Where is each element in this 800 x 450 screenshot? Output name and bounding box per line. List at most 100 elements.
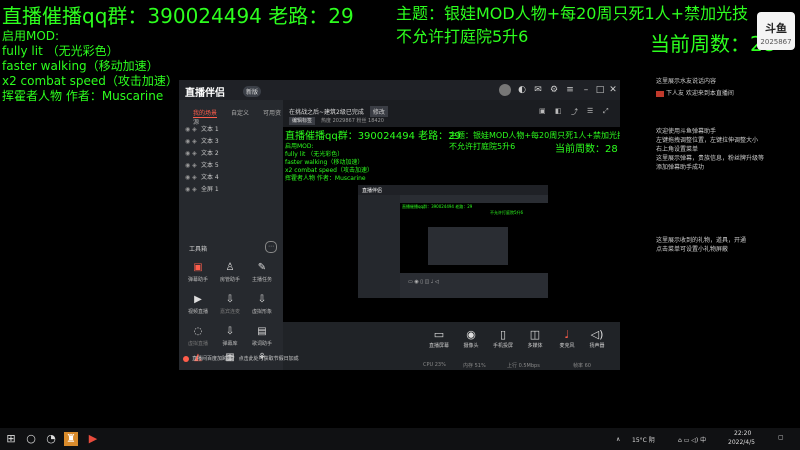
phone-cast-button[interactable]: ▯ 手机投屏 <box>487 328 519 349</box>
screen-capture-button[interactable]: ▭ 直播屏幕 <box>423 328 455 349</box>
game-app-icon[interactable]: ♜ <box>64 432 78 446</box>
status-upload: 上行 0.5Mbps <box>507 363 540 369</box>
tab-custom[interactable]: 自定义 <box>231 110 249 117</box>
tool-avatar[interactable]: ⇩ 虚拟形象 <box>247 294 277 315</box>
gear-icon[interactable]: ⚙ <box>549 85 559 95</box>
douyu-logo: 斗鱼 2025867 <box>757 12 795 50</box>
media-button[interactable]: ◫ 多媒体 <box>519 328 551 349</box>
mic-icon: ♩ <box>564 328 570 341</box>
eye-icon[interactable]: ◉ ◈ <box>185 174 201 181</box>
nested-window-3 <box>428 227 508 265</box>
tool-task[interactable]: ✎ 主播任务 <box>247 262 277 283</box>
fan-badge-icon <box>656 90 664 97</box>
clock-date[interactable]: 2022/4/5 <box>728 439 755 446</box>
edit-title-button[interactable]: 修改 <box>369 106 388 117</box>
notification-icon[interactable]: ▢ <box>778 434 784 441</box>
app-titlebar: 直播伴侣 新版 ◐ ✉ ⚙ ≡ – □ ✕ <box>179 80 620 100</box>
manager-icon: ♙ <box>225 262 235 273</box>
media-icon: ◫ <box>529 328 541 341</box>
eye-icon[interactable]: ◉ ◈ <box>185 150 201 157</box>
maximize-icon[interactable]: □ <box>595 85 605 95</box>
nested-title: 直播催播qq群：390024494 老路：29 <box>402 204 473 209</box>
source-toolbar: ▭ 直播屏幕 ◉ 摄像头 ▯ 手机投屏 ◫ 多媒体 ♩ 麦克风 ◁) 扬声器 CPU 23%… <box>283 322 620 370</box>
status-cpu: CPU 23% <box>423 362 446 368</box>
camera-button[interactable]: ◉ 摄像头 <box>455 328 487 349</box>
list-icon[interactable]: ☰ <box>587 107 593 115</box>
preview-mod-item: 挥霍者人物 作者：Muscarine <box>285 175 366 182</box>
avatar[interactable] <box>499 84 511 96</box>
eye-icon[interactable]: ◉ ◈ <box>185 162 201 169</box>
version-badge[interactable]: 新版 <box>243 86 262 97</box>
douyu-logo-text: 斗鱼 <box>765 22 787 35</box>
chat-line: 添加弹幕助手成功 <box>656 164 705 171</box>
scene-panel: 我的场景 自定义 可用资源 ◉ ◈ 文本 1 ◉ ◈ 文本 3 ◉ ◈ 文本 2 ◉ ◈ 文… <box>179 100 283 370</box>
toolbox-heading: 工具箱 <box>189 246 208 253</box>
preview-mod-item: faster walking（移动加速） <box>285 159 364 166</box>
tool-vr[interactable]: ◌ 虚拟直播 <box>183 326 213 347</box>
tool-manager[interactable]: ♙ 房管助手 <box>215 262 245 283</box>
stream-preview[interactable]: 直播催播qq群：390024494 老路：29 启用MOD: fully lit… <box>283 127 620 322</box>
chat-line: 这里展示水友说话内容 <box>656 78 717 85</box>
chat-line: 这里展示收到的礼物，道具，开通 <box>656 237 747 244</box>
weather[interactable]: 15°C 阴 <box>632 435 655 444</box>
eye-icon[interactable]: ◉ ◈ <box>185 186 201 193</box>
skin-icon[interactable]: ◐ <box>517 85 527 95</box>
nested-toolbar: ▭ ◉ ▯ ◫ ♩ ◁ <box>408 279 439 285</box>
edit-tag-button[interactable]: 编辑标签 <box>289 117 316 125</box>
room-stats: 热度 2029867 粉丝 18420 <box>321 118 384 124</box>
nested-titlebar: 直播伴侣 <box>358 185 548 195</box>
search-icon[interactable]: ○ <box>24 432 38 446</box>
overlay-mod-item: 挥霍者人物 作者：Muscarine <box>2 89 164 103</box>
eye-icon[interactable]: ◉ ◈ <box>185 126 201 133</box>
tray-arrow-icon[interactable]: ∧ <box>616 436 620 443</box>
phone-icon: ▯ <box>499 328 507 341</box>
tool-danmaku[interactable]: ▣ 弹幕助手 <box>183 262 213 283</box>
gift-icon[interactable]: ▣ <box>539 107 546 115</box>
scene-item[interactable]: ◉ ◈ 文本 5 <box>185 160 219 169</box>
status-fps: 帧率 60 <box>573 363 591 369</box>
warning-icon <box>183 355 189 362</box>
toolbox-more-icon[interactable]: ⋯ <box>265 241 277 253</box>
room-number: 2025867 <box>760 38 792 46</box>
clock-time[interactable]: 22:20 <box>734 430 751 437</box>
tool-mic[interactable]: ⇩ 嘉宾连麦 <box>215 294 245 315</box>
scene-item[interactable]: ◉ ◈ 文本 1 <box>185 124 219 133</box>
scene-item[interactable]: ◉ ◈ 全屏 1 <box>185 184 219 193</box>
mic-button[interactable]: ♩ 麦克风 <box>551 328 583 349</box>
preview-mod-item: fully lit （无光彩色） <box>285 151 344 158</box>
windows-start-icon[interactable]: ⊞ <box>4 432 18 446</box>
camera-icon: ◉ <box>466 328 476 341</box>
menu-icon[interactable]: ≡ <box>565 85 575 95</box>
share-icon[interactable]: ⤴ <box>571 107 578 117</box>
scene-item[interactable]: ◉ ◈ 文本 2 <box>185 148 219 157</box>
chat-line: 下人友 欢迎来到本直播间 <box>656 88 734 97</box>
douyu-app-icon[interactable]: ▶ <box>86 432 100 446</box>
bag-icon[interactable]: ◧ <box>555 107 562 115</box>
vr-icon: ◌ <box>193 326 203 337</box>
chat-line: 这里展示弹幕，贵族信息，粉丝牌升级等 <box>656 155 765 162</box>
preview-title: 直播催播qq群：390024494 老路：29 <box>285 131 461 142</box>
message-icon[interactable]: ✉ <box>533 85 543 95</box>
scene-item[interactable]: ◉ ◈ 文本 4 <box>185 172 219 181</box>
task-icon: ✎ <box>257 262 267 273</box>
nested-preview-inner: 直播催播qq群：390024494 老路：29 不允许打庭院5升6 <box>400 203 548 273</box>
expand-icon[interactable]: ⤢ <box>603 107 609 116</box>
edge-icon[interactable]: ◔ <box>44 432 58 446</box>
tab-my-scenes[interactable]: 我的场景 <box>193 110 218 118</box>
eye-icon[interactable]: ◉ ◈ <box>185 138 201 145</box>
scene-item[interactable]: ◉ ◈ 文本 3 <box>185 136 219 145</box>
preview-topic-rule: 不允许打庭院5升6 <box>449 142 516 151</box>
tool-lyric[interactable]: ▤ 歌词助手 <box>247 326 277 347</box>
danmaku-icon: ▣ <box>193 262 203 273</box>
tool-library[interactable]: ⇩ 弹幕库 <box>215 326 245 347</box>
overlay-mod-item: x2 combat speed（攻击加速） <box>2 74 178 88</box>
tray-icons[interactable]: ⌂ ▭ ◁) 中 <box>678 435 706 444</box>
preview-mod-item: x2 combat speed（攻击加速） <box>285 167 373 174</box>
library-icon: ⇩ <box>225 326 235 337</box>
overlay-mod-item: faster walking（移动加速） <box>2 59 159 73</box>
tool-video[interactable]: ▶ 视频直播 <box>183 294 213 315</box>
notice-bar[interactable]: 直播间百度加跨屏？ 点击此处可获取节假日加成 <box>183 355 299 362</box>
speaker-button[interactable]: ◁) 扬声器 <box>581 328 613 349</box>
close-icon[interactable]: ✕ <box>608 85 618 95</box>
minimize-icon[interactable]: – <box>581 85 591 95</box>
